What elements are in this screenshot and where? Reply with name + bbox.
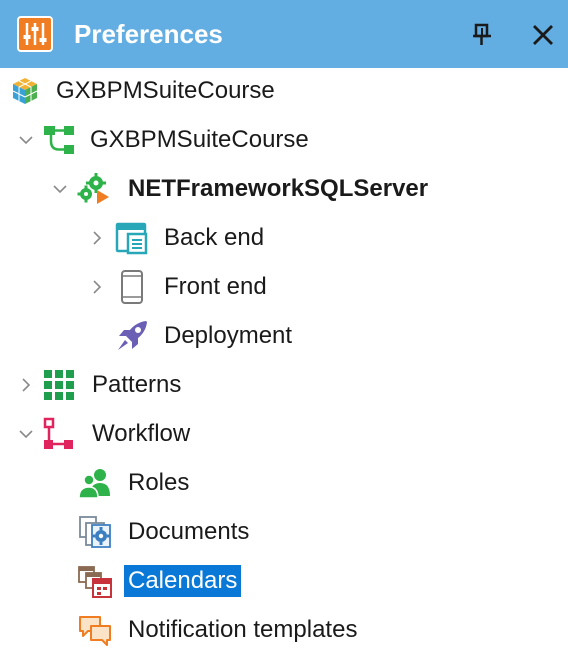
tree-item-label: Documents (128, 518, 250, 545)
knowledge-base-icon (12, 78, 38, 104)
rocket-icon (118, 321, 147, 350)
tree-item-label: GXBPMSuiteCourse (90, 126, 309, 153)
tree-item-label: Workflow (92, 420, 191, 447)
speech-bubbles-icon (79, 616, 111, 646)
tree-item-documents[interactable]: Documents (0, 509, 568, 555)
chevron-down-icon[interactable] (18, 426, 34, 442)
pin-icon[interactable] (470, 22, 494, 48)
roles-users-icon (78, 469, 110, 499)
tree-item-frontend[interactable]: Front end (0, 264, 568, 310)
close-icon[interactable] (530, 22, 556, 48)
tree-item-backend[interactable]: Back end (0, 215, 568, 261)
chevron-right-icon[interactable] (18, 377, 34, 393)
tree-item-patterns[interactable]: Patterns (0, 362, 568, 408)
environment-gears-icon (77, 173, 109, 204)
tree-item-label: Deployment (164, 322, 293, 349)
calendars-icon (78, 566, 112, 598)
tree-item-label: NETFrameworkSQLServer (128, 175, 429, 202)
tree-item-label: Calendars (124, 565, 242, 597)
tree-item-label: Roles (128, 469, 190, 496)
tree-item-roles[interactable]: Roles (0, 460, 568, 506)
version-tree-icon (44, 126, 74, 154)
tree-item-label: Notification templates (128, 616, 358, 643)
chevron-down-icon[interactable] (52, 181, 68, 197)
chevron-right-icon[interactable] (89, 279, 105, 295)
mobile-device-icon (121, 270, 143, 304)
preferences-panel: Preferences GXBPMSuiteCourse GXBPMSuiteC… (0, 0, 568, 646)
patterns-grid-icon (44, 370, 74, 400)
tree-item-label: Front end (164, 273, 267, 300)
chevron-down-icon[interactable] (18, 132, 34, 148)
documents-icon (79, 516, 111, 548)
tree-item-deployment[interactable]: Deployment (0, 313, 568, 359)
tree-item-calendars[interactable]: Calendars (0, 558, 568, 604)
panel-titlebar: Preferences (0, 0, 568, 68)
tree-item-label: Patterns (92, 371, 182, 398)
tree-item-root-kb[interactable]: GXBPMSuiteCourse (0, 68, 568, 114)
tree-item-environment[interactable]: NETFrameworkSQLServer (0, 166, 568, 212)
tree-item-workflow[interactable]: Workflow (0, 411, 568, 457)
chevron-right-icon[interactable] (89, 230, 105, 246)
panel-title: Preferences (74, 19, 223, 49)
tree-item-label: Back end (164, 224, 265, 251)
backend-window-icon (115, 222, 148, 255)
tree-item-label: GXBPMSuiteCourse (56, 77, 275, 104)
workflow-diagram-icon (43, 417, 73, 449)
tree-item-version[interactable]: GXBPMSuiteCourse (0, 117, 568, 163)
preferences-sliders-icon (17, 16, 53, 52)
tree-item-notification-templates[interactable]: Notification templates (0, 607, 568, 653)
